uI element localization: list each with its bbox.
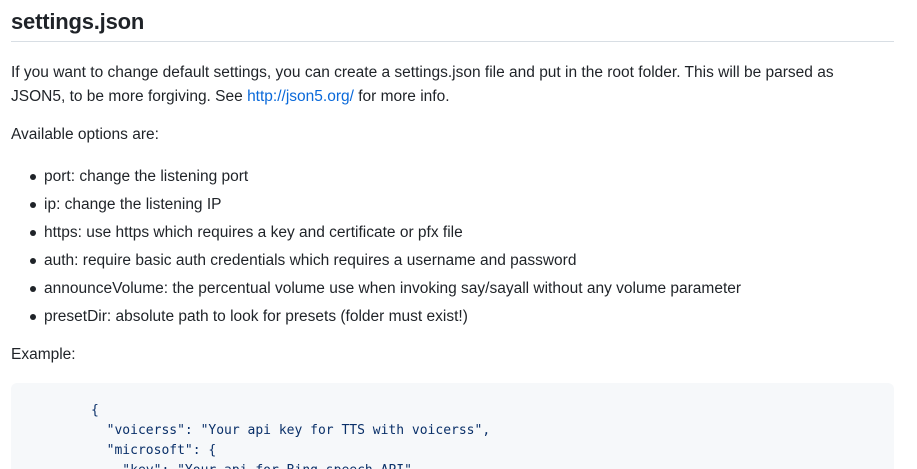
option-port: port: change the listening port <box>44 168 249 185</box>
example-label: Example: <box>11 346 76 363</box>
code-block[interactable]: { "voicerss": "Your api key for TTS with… <box>11 383 894 469</box>
heading-divider <box>11 41 894 42</box>
bullet-icon <box>30 230 36 236</box>
option-auth: auth: require basic auth credentials whi… <box>44 252 577 269</box>
available-options-label: Available options are: <box>11 126 159 143</box>
code-line: "microsoft": { <box>91 443 217 458</box>
intro-text-end: for more info. <box>353 88 450 105</box>
section-heading: settings.json <box>11 9 145 34</box>
code-line: { <box>91 403 99 418</box>
list-item: port: change the listening port <box>11 163 741 191</box>
option-https: https: use https which requires a key an… <box>44 224 463 241</box>
list-item: presetDir: absolute path to look for pre… <box>11 303 741 331</box>
intro-paragraph: If you want to change default settings, … <box>11 61 881 109</box>
list-item: announceVolume: the percentual volume us… <box>11 275 741 303</box>
options-list: port: change the listening port ip: chan… <box>11 163 741 331</box>
code-line: "key": "Your api for Bing speech API", <box>91 461 490 469</box>
bullet-icon <box>30 314 36 320</box>
list-item: ip: change the listening IP <box>11 191 741 219</box>
list-item: auth: require basic auth credentials whi… <box>11 247 741 275</box>
json5-link[interactable]: http://json5.org/ <box>247 88 354 105</box>
option-preset-dir: presetDir: absolute path to look for pre… <box>44 308 468 325</box>
code-line: "voicerss": "Your api key for TTS with v… <box>91 423 491 438</box>
bullet-icon <box>30 174 36 180</box>
code-content: { "voicerss": "Your api key for TTS with… <box>91 401 490 469</box>
bullet-icon <box>30 202 36 208</box>
option-ip: ip: change the listening IP <box>44 196 222 213</box>
bullet-icon <box>30 258 36 264</box>
list-item: https: use https which requires a key an… <box>11 219 741 247</box>
bullet-icon <box>30 286 36 292</box>
option-announce-volume: announceVolume: the percentual volume us… <box>44 280 742 297</box>
